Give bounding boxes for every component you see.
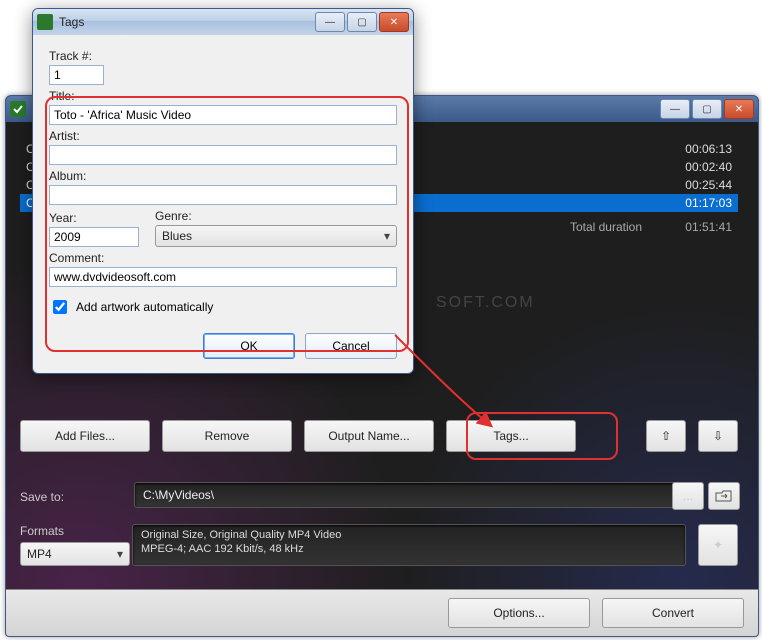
comment-label: Comment: [49, 251, 397, 265]
open-folder-button[interactable] [708, 482, 740, 510]
app-icon [10, 101, 26, 117]
album-label: Album: [49, 169, 397, 183]
formats-desc-line1: Original Size, Original Quality MP4 Vide… [141, 528, 677, 542]
convert-button[interactable]: Convert [602, 598, 744, 628]
add-files-button[interactable]: Add Files... [20, 420, 150, 452]
move-up-button[interactable]: ⇧ [646, 420, 686, 452]
tags-body: Track #: Title: Artist: Album: Year: Gen… [33, 35, 413, 373]
formats-combo-value: MP4 [27, 547, 52, 561]
genre-label: Genre: [155, 209, 397, 223]
tags-close-button[interactable]: ✕ [379, 12, 409, 32]
genre-value: Blues [162, 229, 192, 243]
file-duration: 01:17:03 [652, 194, 732, 212]
formats-combo[interactable]: MP4 [20, 542, 130, 566]
tags-dialog-title: Tags [59, 15, 313, 29]
formats-desc-line2: MPEG-4; AAC 192 Kbit/s, 48 kHz [141, 542, 677, 556]
title-input[interactable] [49, 105, 397, 125]
output-name-button[interactable]: Output Name... [304, 420, 434, 452]
main-minimize-button[interactable]: — [660, 99, 690, 119]
comment-input[interactable] [49, 267, 397, 287]
formats-description[interactable]: Original Size, Original Quality MP4 Vide… [132, 524, 686, 566]
tags-minimize-button[interactable]: — [315, 12, 345, 32]
save-to-path[interactable]: C:\MyVideos\ [134, 482, 682, 508]
preset-wizard-button[interactable]: ✦ [698, 524, 738, 566]
year-label: Year: [49, 211, 139, 225]
file-duration: 00:25:44 [652, 176, 732, 194]
tags-button[interactable]: Tags... [446, 420, 576, 452]
total-duration: 01:51:41 [652, 218, 732, 236]
move-down-button[interactable]: ⇩ [698, 420, 738, 452]
main-close-button[interactable]: ✕ [724, 99, 754, 119]
wand-icon: ✦ [713, 538, 723, 552]
main-maximize-button[interactable]: ▢ [692, 99, 722, 119]
genre-combo[interactable]: Blues [155, 225, 397, 247]
save-to-label: Save to: [20, 490, 64, 504]
options-button[interactable]: Options... [448, 598, 590, 628]
album-input[interactable] [49, 185, 397, 205]
cancel-button[interactable]: Cancel [305, 333, 397, 359]
track-label: Track #: [49, 49, 397, 63]
folder-arrow-icon [715, 489, 733, 503]
title-label: Title: [49, 89, 397, 103]
dialog-button-row: OK Cancel [49, 333, 397, 359]
watermark-url: SOFT.COM [436, 294, 535, 312]
formats-label: Formats [20, 524, 120, 538]
file-duration: 00:02:40 [652, 158, 732, 176]
add-artwork-checkbox[interactable] [53, 300, 67, 314]
add-artwork-checkbox-row[interactable]: Add artwork automatically [49, 297, 397, 317]
tags-maximize-button[interactable]: ▢ [347, 12, 377, 32]
track-input[interactable] [49, 65, 104, 85]
add-artwork-label: Add artwork automatically [76, 300, 213, 314]
tags-dialog: Tags — ▢ ✕ Track #: Title: Artist: Album… [32, 8, 414, 374]
artist-input[interactable] [49, 145, 397, 165]
bottom-bar: Options... Convert [6, 589, 758, 636]
file-duration: 00:06:13 [652, 140, 732, 158]
formats-row: Formats MP4 Original Size, Original Qual… [20, 524, 738, 566]
artist-label: Artist: [49, 129, 397, 143]
remove-button[interactable]: Remove [162, 420, 292, 452]
action-button-row: Add Files... Remove Output Name... Tags.… [20, 420, 738, 452]
browse-button[interactable]: ... [672, 482, 704, 510]
app-icon [37, 14, 53, 30]
year-input[interactable] [49, 227, 139, 247]
ok-button[interactable]: OK [203, 333, 295, 359]
tags-titlebar[interactable]: Tags — ▢ ✕ [33, 9, 413, 35]
